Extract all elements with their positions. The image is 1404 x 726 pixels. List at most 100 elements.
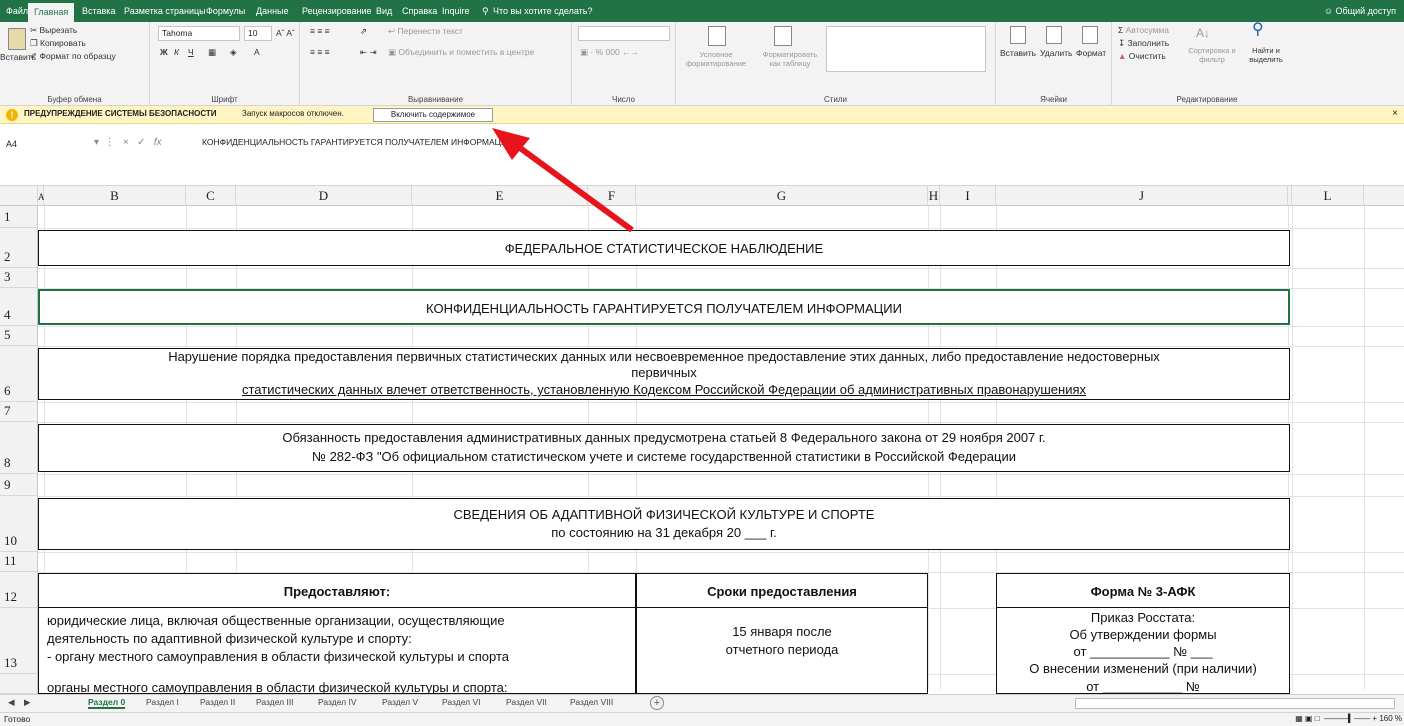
row-header-8[interactable]: 8 bbox=[0, 422, 38, 474]
column-header-c[interactable]: C bbox=[186, 186, 236, 206]
formula-input[interactable]: КОНФИДЕНЦИАЛЬНОСТЬ ГАРАНТИРУЕТСЯ ПОЛУЧАТ… bbox=[202, 137, 513, 147]
cell-r2-title[interactable]: ФЕДЕРАЛЬНОЕ СТАТИСТИЧЕСКОЕ НАБЛЮДЕНИЕ bbox=[38, 230, 1290, 266]
close-icon[interactable]: × bbox=[1392, 108, 1398, 119]
italic-button[interactable]: К bbox=[174, 47, 179, 58]
format-as-table-button[interactable]: Форматировать как таблицу bbox=[758, 50, 822, 68]
zoom-control[interactable]: ▦ ▣ □ ———▍—— + 160 % bbox=[1295, 714, 1402, 723]
row-header-6[interactable]: 6 bbox=[0, 346, 38, 402]
font-color-icon[interactable]: A bbox=[254, 47, 260, 58]
cell-r6-warning[interactable]: Нарушение порядка предоставления первичн… bbox=[38, 348, 1290, 400]
underline-button[interactable]: Ч bbox=[188, 47, 194, 58]
number-format-select[interactable] bbox=[578, 26, 670, 41]
bold-button[interactable]: Ж bbox=[160, 47, 168, 58]
cell-r13-deadline[interactable]: 15 января после отчетного периода bbox=[636, 608, 928, 694]
sort-filter-button[interactable]: Сортировка и фильтр bbox=[1186, 46, 1238, 64]
sheet-tab-5[interactable]: Раздел V bbox=[382, 697, 418, 707]
row-header-14[interactable] bbox=[0, 674, 38, 694]
borders-icon[interactable]: ▦ bbox=[208, 47, 216, 58]
tab-formulas[interactable]: Формулы bbox=[206, 4, 245, 18]
select-all-corner[interactable] bbox=[0, 186, 38, 206]
confirm-icon[interactable]: ✓ bbox=[137, 137, 145, 148]
insert-cells-icon[interactable] bbox=[1010, 26, 1026, 44]
row-header-13[interactable]: 13 bbox=[0, 608, 38, 674]
row-header-5[interactable]: 5 bbox=[0, 326, 38, 346]
sheet-tab-8[interactable]: Раздел VIII bbox=[570, 697, 613, 707]
format-cells-button[interactable]: Формат bbox=[1076, 48, 1106, 59]
row-header-7[interactable]: 7 bbox=[0, 402, 38, 422]
format-cells-icon[interactable] bbox=[1082, 26, 1098, 44]
column-header-f[interactable]: F bbox=[588, 186, 636, 206]
column-header-j[interactable]: J bbox=[996, 186, 1288, 206]
sheet-tab-4[interactable]: Раздел IV bbox=[318, 697, 357, 707]
row-header-2[interactable]: 2 bbox=[0, 228, 38, 268]
sort-filter-icon[interactable]: A↓ bbox=[1196, 27, 1210, 39]
number-format-icons[interactable]: ▣ · % 000 ←→ bbox=[580, 47, 639, 58]
copy-button[interactable]: ❐ Копировать bbox=[30, 38, 86, 49]
tab-review[interactable]: Рецензирование bbox=[302, 4, 372, 18]
font-size-select[interactable]: 10 bbox=[244, 26, 272, 41]
fill-button[interactable]: ↧ Заполнить bbox=[1118, 38, 1169, 49]
align-top-icon[interactable]: ≡ ≡ ≡ bbox=[310, 26, 330, 37]
column-header-h[interactable]: H bbox=[928, 186, 940, 206]
column-header-g[interactable]: G bbox=[636, 186, 928, 206]
font-grow-icon[interactable]: Aˆ Aˇ bbox=[276, 28, 295, 39]
cell-r4-selected[interactable]: КОНФИДЕНЦИАЛЬНОСТЬ ГАРАНТИРУЕТСЯ ПОЛУЧАТ… bbox=[38, 289, 1290, 325]
cell-r8-obligation[interactable]: Обязанность предоставления административ… bbox=[38, 424, 1290, 472]
tell-me-search[interactable]: Что вы хотите сделать? bbox=[493, 4, 593, 18]
merge-center-button[interactable]: ▣ Объединить и поместить в центре bbox=[388, 47, 534, 58]
row-header-10[interactable]: 10 bbox=[0, 496, 38, 552]
sheet-tab-3[interactable]: Раздел III bbox=[256, 697, 294, 707]
column-header-l[interactable]: L bbox=[1292, 186, 1364, 206]
column-header-b[interactable]: B bbox=[44, 186, 186, 206]
paste-icon[interactable] bbox=[8, 28, 26, 50]
fill-color-icon[interactable]: ◈ bbox=[230, 47, 237, 58]
sheet-tab-1[interactable]: Раздел I bbox=[146, 697, 179, 707]
orientation-icon[interactable]: ⇗ bbox=[360, 26, 367, 37]
cut-button[interactable]: ✂ Вырезать bbox=[30, 25, 77, 36]
prev-sheet-icon[interactable]: ◀ bbox=[8, 697, 15, 708]
cell-r10-heading[interactable]: СВЕДЕНИЯ ОБ АДАПТИВНОЙ ФИЗИЧЕСКОЙ КУЛЬТУ… bbox=[38, 498, 1290, 550]
conditional-format-icon[interactable] bbox=[708, 26, 726, 46]
insert-cells-button[interactable]: Вставить bbox=[1000, 48, 1036, 59]
cell-r12-deadlines[interactable]: Сроки предоставления bbox=[636, 573, 928, 608]
delete-cells-button[interactable]: Удалить bbox=[1040, 48, 1072, 59]
sheet-tab-0[interactable]: Раздел 0 bbox=[88, 697, 126, 709]
column-header-i[interactable]: I bbox=[940, 186, 996, 206]
column-header-m[interactable] bbox=[1364, 186, 1404, 206]
tab-view[interactable]: Вид bbox=[376, 4, 392, 18]
next-sheet-icon[interactable]: ▶ bbox=[24, 697, 31, 708]
row-header-9[interactable]: 9 bbox=[0, 474, 38, 496]
row-header-1[interactable]: 1 bbox=[0, 206, 38, 228]
row-header-3[interactable]: 3 bbox=[0, 268, 38, 288]
format-painter-button[interactable]: ✐ Формат по образцу bbox=[30, 51, 116, 62]
sheet-tab-2[interactable]: Раздел II bbox=[200, 697, 235, 707]
sheet-tab-7[interactable]: Раздел VII bbox=[506, 697, 547, 707]
column-header-e[interactable]: E bbox=[412, 186, 588, 206]
tab-data[interactable]: Данные bbox=[256, 4, 289, 18]
tab-page-layout[interactable]: Разметка страницы bbox=[124, 4, 206, 18]
search-icon[interactable]: ⚲ bbox=[1252, 22, 1264, 38]
add-sheet-button[interactable]: + bbox=[650, 696, 664, 710]
tab-file[interactable]: Файл bbox=[6, 4, 28, 18]
delete-cells-icon[interactable] bbox=[1046, 26, 1062, 44]
clear-button[interactable]: ▲ Очистить bbox=[1118, 51, 1166, 62]
conditional-format-button[interactable]: Условное форматирование bbox=[684, 50, 748, 68]
row-header-4[interactable]: 4 bbox=[0, 288, 38, 326]
align-left-icon[interactable]: ≡ ≡ ≡ bbox=[310, 47, 330, 58]
cell-r12-form-number[interactable]: Форма № 3-АФК bbox=[996, 573, 1290, 608]
chevron-down-icon[interactable]: ▾ bbox=[94, 137, 99, 148]
tell-me-icon[interactable]: ⚲ bbox=[482, 4, 489, 18]
name-box[interactable]: A4 bbox=[2, 135, 92, 153]
find-select-button[interactable]: Найти и выделить bbox=[1242, 46, 1290, 64]
tab-inquire[interactable]: Inquire bbox=[442, 4, 470, 18]
column-header-d[interactable]: D bbox=[236, 186, 412, 206]
horizontal-scrollbar[interactable] bbox=[1075, 698, 1395, 709]
enable-content-button[interactable]: Включить содержимое bbox=[373, 108, 493, 122]
share-button[interactable]: ☺ Общий доступ bbox=[1324, 4, 1396, 18]
wrap-text-button[interactable]: ↩ Перенести текст bbox=[388, 26, 463, 37]
function-icon[interactable]: fx bbox=[154, 137, 162, 148]
cell-r12-provided-by[interactable]: Предоставляют: bbox=[38, 573, 636, 608]
format-as-table-icon[interactable] bbox=[774, 26, 792, 46]
row-header-11[interactable]: 11 bbox=[0, 552, 38, 572]
tab-help[interactable]: Справка bbox=[402, 4, 437, 18]
